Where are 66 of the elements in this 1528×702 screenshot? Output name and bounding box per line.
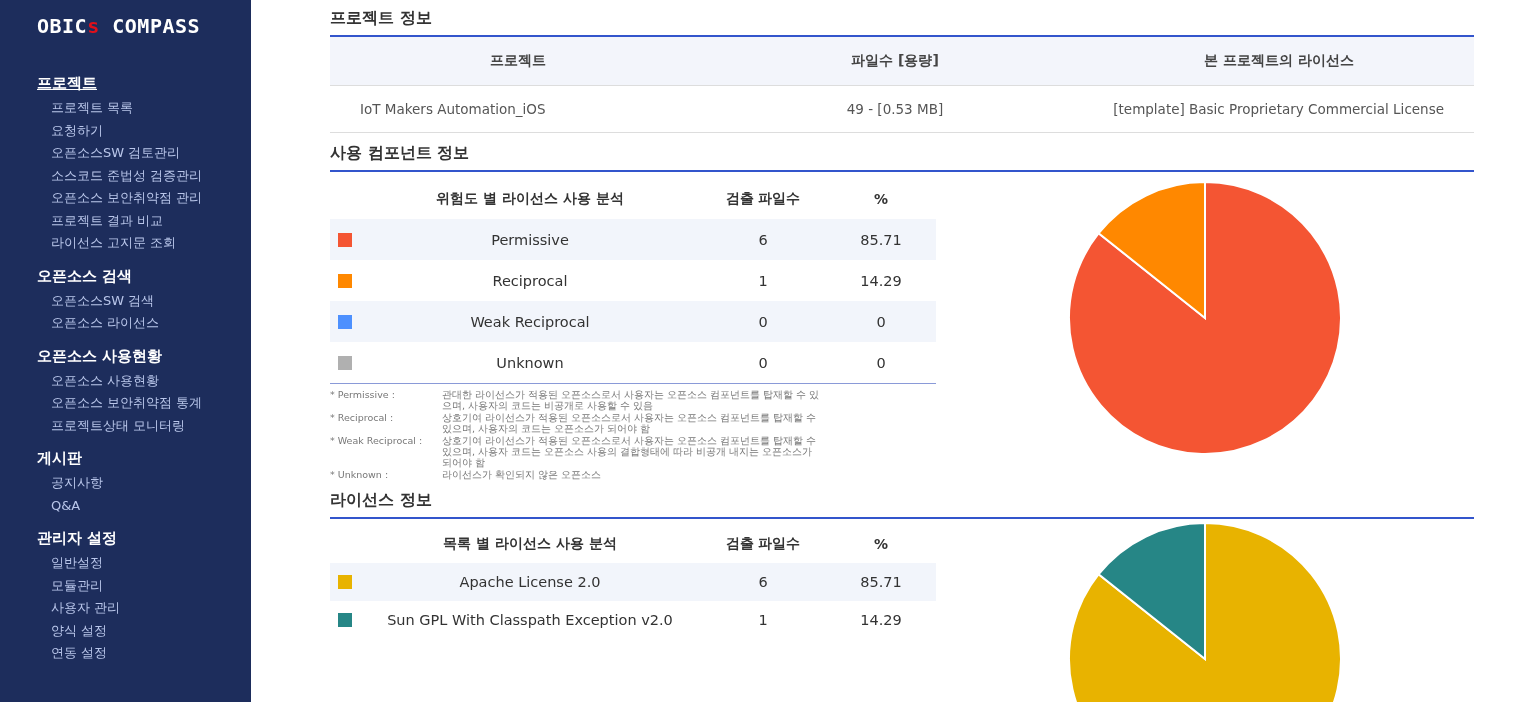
sidebar-item[interactable]: 소스코드 준법성 검증관리 <box>51 164 203 187</box>
sidebar-item[interactable]: 오픈소스 보안취약점 관리 <box>51 187 203 210</box>
sidebar-group-title[interactable]: 게시판 <box>37 449 82 468</box>
sidebar-item[interactable]: 오픈소스 사용현황 <box>51 369 160 392</box>
logo: OBICs COMPASS <box>37 14 201 38</box>
table-cell-text: Permissive <box>490 231 570 248</box>
table-cell-text: 0 <box>875 313 887 330</box>
sidebar-item[interactable]: 오픈소스 보안취약점 통계 <box>51 392 203 415</box>
table-cell-text: Weak Reciprocal <box>469 313 591 330</box>
sidebar-item[interactable]: 모듈관리 <box>51 574 103 597</box>
sidebar-item[interactable]: 오픈소스SW 검색 <box>51 289 155 312</box>
sidebar-item[interactable]: 사용자 관리 <box>51 597 121 620</box>
table-cell-text: 6 <box>757 574 769 590</box>
column-header: 프로젝트 <box>330 37 707 86</box>
table-cell-text: 0 <box>757 313 769 330</box>
sidebar-item[interactable]: 양식 설정 <box>51 619 108 642</box>
sidebar-group-title[interactable]: 관리자 설정 <box>37 529 118 548</box>
section-title: 사용 컴포넌트 정보 <box>330 142 470 164</box>
column-header: 위험도 별 라이선스 사용 분석 <box>435 189 625 208</box>
column-header: 검출 파일수 <box>724 189 802 208</box>
sidebar-item[interactable]: 프로젝트 결과 비교 <box>51 209 164 232</box>
sidebar-item[interactable]: 라이선스 고지문 조회 <box>51 232 177 255</box>
column-header: 본 프로젝트의 라이선스 <box>1083 37 1474 86</box>
sidebar-item[interactable]: 연동 설정 <box>51 642 108 665</box>
sidebar-item[interactable]: Q&A <box>51 494 81 517</box>
table-cell-text: 14.29 <box>859 612 903 628</box>
note-term: * Permissive : <box>330 389 396 402</box>
table-cell-text: 1 <box>757 612 769 628</box>
sidebar-item[interactable]: 오픈소스 라이선스 <box>51 312 160 335</box>
sidebar-item[interactable]: 공지사항 <box>51 472 103 495</box>
table-cell-text: Reciprocal <box>491 272 569 289</box>
table-cell-text: Unknown <box>495 354 565 371</box>
table-cell-text: 85.71 <box>859 574 903 590</box>
table-cell-text: 85.71 <box>859 231 903 248</box>
sidebar-group-title[interactable]: 오픈소스 사용현황 <box>37 346 163 366</box>
note-text: 관대한 라이선스가 적용된 오픈소스로서 사용자는 오픈소스 컴포넌트를 탑재할 수 있으며, 사용자의 코드는 비공개로 사용할 수 있음 <box>442 389 821 411</box>
note-term: * Weak Reciprocal : <box>330 435 424 448</box>
table-cell-text: 0 <box>875 354 887 371</box>
note-text: 라이선스가 확인되지 않은 오픈소스 <box>442 469 603 480</box>
column-header: 검출 파일수 <box>724 535 802 553</box>
table-cell: [template] Basic Proprietary Commercial License <box>1113 101 1444 117</box>
table-cell-text: 6 <box>757 231 769 248</box>
column-header: % <box>873 536 889 552</box>
note-term: * Reciprocal : <box>330 412 395 425</box>
table-cell: IoT Makers Automation_iOS <box>360 101 546 117</box>
note-text: 상호기여 라이선스가 적용된 오픈소스로서 사용자는 오픈소스 컴포넌트를 탑재할 수 있으며, 사용자 코드는 오픈소스 사용의 결합형태에 따라 비공개 내지는 오픈소스가 되어야 함 <box>442 435 818 468</box>
table-cell-text: 1 <box>757 272 769 289</box>
note-term: * Unknown : <box>330 469 390 480</box>
sidebar-item[interactable]: 일반설정 <box>51 552 103 575</box>
table-cell-text: Sun GPL With Classpath Exception v2.0 <box>386 612 674 628</box>
table-cell-text: 0 <box>757 354 769 371</box>
column-header: 파일수 [용량] <box>706 37 1084 86</box>
sidebar-group-title[interactable]: 오픈소스 검색 <box>37 266 133 286</box>
sidebar-item[interactable]: 프로젝트상태 모니터링 <box>51 414 186 437</box>
sidebar-item[interactable]: 요청하기 <box>51 119 103 142</box>
table-cell-text: Apache License 2.0 <box>458 574 602 590</box>
note-text: 상호기여 라이선스가 적용된 오픈소스로서 사용자는 오픈소스 컴포넌트를 탑재할 수 있으며, 사용자의 코드는 오픈소스가 되어야 함 <box>442 412 818 434</box>
column-header: % <box>873 190 889 207</box>
table-cell: 49 - [0.53 MB] <box>846 101 944 117</box>
sidebar-item[interactable]: 프로젝트 목록 <box>51 97 134 120</box>
sidebar-group-title[interactable]: 프로젝트 <box>37 74 97 93</box>
section-title: 라이선스 정보 <box>330 489 432 511</box>
sidebar-item[interactable]: 오픈소스SW 검토관리 <box>51 142 181 165</box>
section-title: 프로젝트 정보 <box>330 7 432 29</box>
table-cell-text: 14.29 <box>859 272 903 289</box>
column-header: 목록 별 라이선스 사용 분석 <box>442 535 618 553</box>
